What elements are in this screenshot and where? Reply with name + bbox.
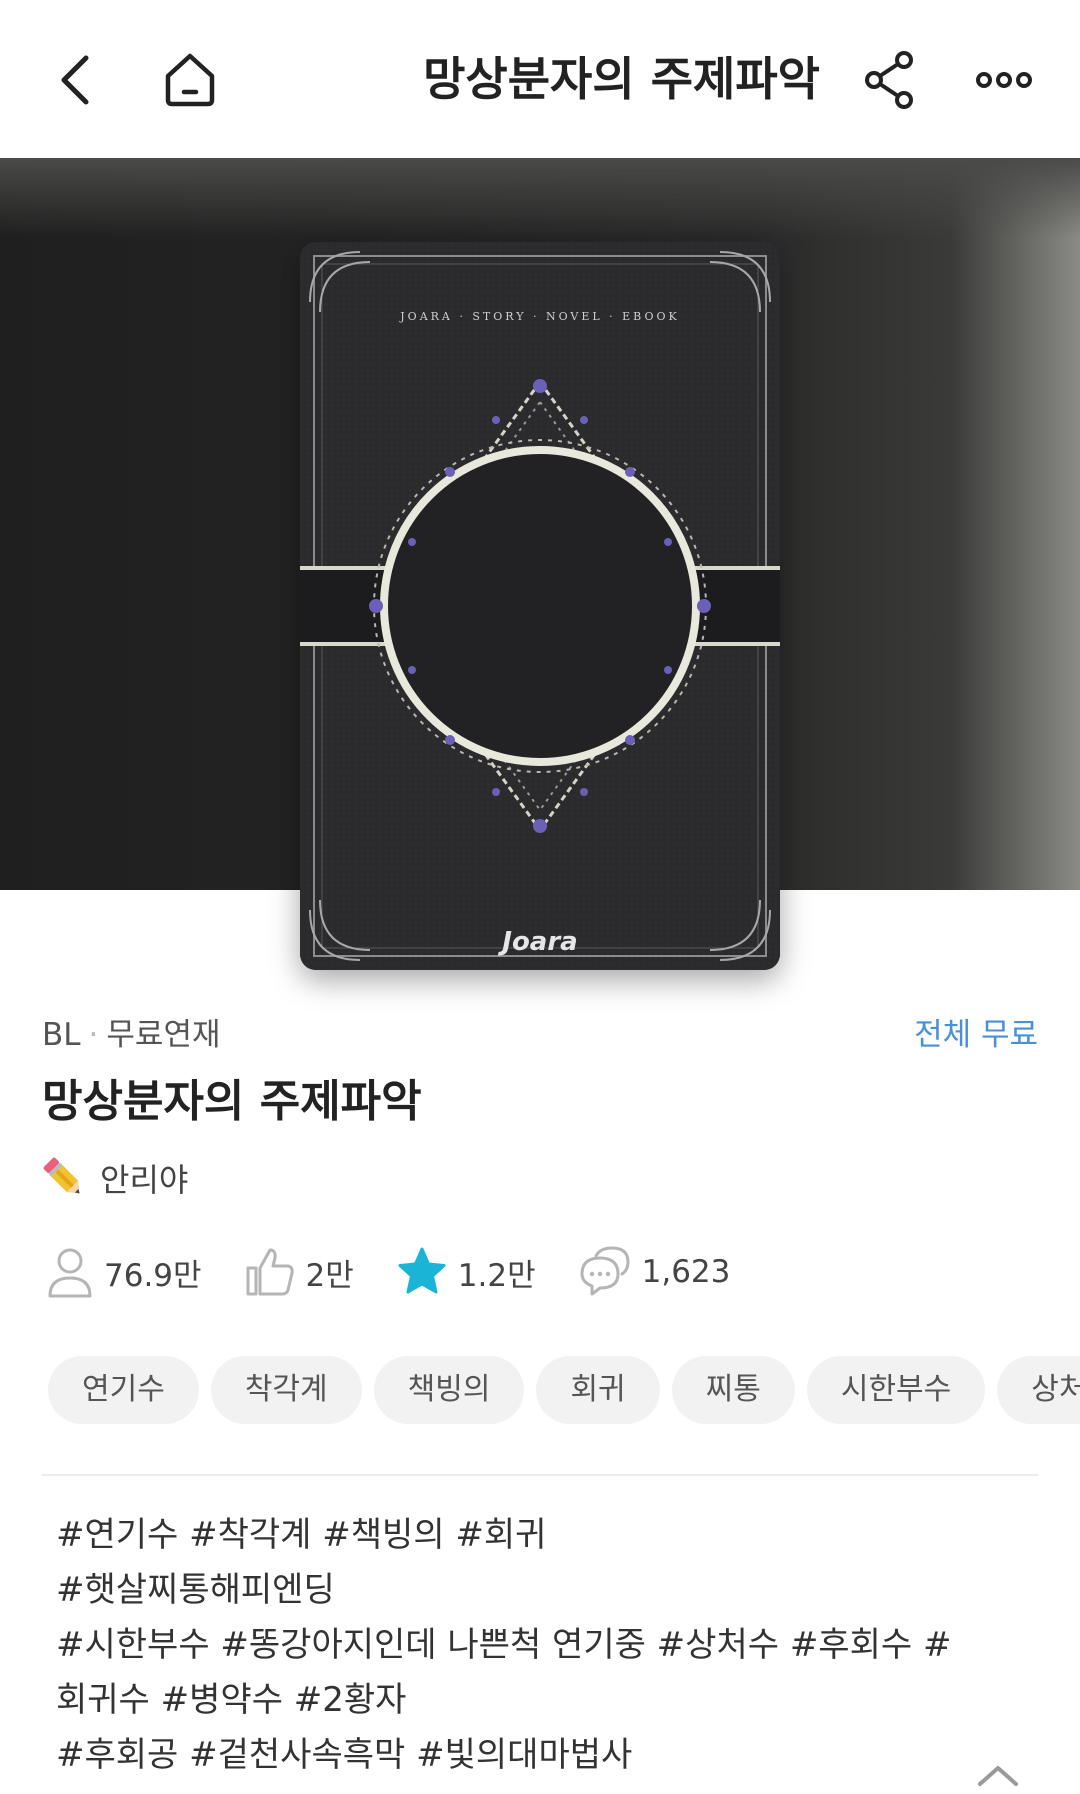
share-icon (865, 51, 913, 109)
user-icon (48, 1248, 92, 1298)
home-icon (165, 53, 215, 107)
comments-count: 1,623 (641, 1254, 731, 1290)
tag-chip-list: 연기수 착각계 책빙의 회귀 찌통 시한부수 상처수 (48, 1356, 1080, 1424)
favorite-stat[interactable]: 1.2만 (396, 1246, 536, 1298)
favorite-count: 1.2만 (457, 1257, 536, 1294)
recommend-count: 2만 (305, 1257, 354, 1294)
hashtag-line: 회귀수 #병약수 #2황자 (56, 1680, 407, 1720)
hero-fade (0, 158, 1080, 238)
tag-chip[interactable]: 시한부수 (806, 1356, 986, 1424)
meta-row: BL · 무료연재 전체 무료 (42, 1010, 1038, 1060)
views-stat: 76.9만 (46, 1246, 202, 1298)
book-cover[interactable]: JOARA · STORY · NOVEL · EBOOK Joara (300, 242, 780, 970)
pencil-icon (43, 1157, 80, 1194)
star-icon (398, 1247, 446, 1294)
hashtag-line: #햇살찌통해피엔딩 (56, 1570, 335, 1610)
tag-chip[interactable]: 회귀 (536, 1356, 660, 1424)
recommend-stat[interactable]: 2만 (244, 1246, 354, 1298)
views-count: 76.9만 (104, 1257, 202, 1294)
back-button[interactable] (40, 40, 112, 120)
cover-art: JOARA · STORY · NOVEL · EBOOK Joara (300, 242, 780, 970)
separator-dot: · (88, 1017, 99, 1053)
hashtag-description: #연기수 #착각계 #책빙의 #회귀 #햇살찌통해피엔딩 #시한부수 #똥강아지… (56, 1508, 1036, 1783)
more-button[interactable] (964, 40, 1044, 120)
collapse-button[interactable] (968, 1752, 1028, 1792)
home-button[interactable] (150, 40, 230, 120)
author-name: 안리야 (100, 1161, 189, 1199)
cover-publisher-logo: Joara (497, 927, 577, 957)
genre-info: BL · 무료연재 (42, 1010, 221, 1060)
stats-row: 76.9만 2만 1.2만 1,623 (46, 1240, 772, 1304)
chevron-left-icon (61, 55, 89, 105)
tag-chip[interactable]: 상처수 (997, 1356, 1080, 1424)
cover-top-text: JOARA · STORY · NOVEL · EBOOK (399, 310, 679, 323)
hashtag-line: #시한부수 #똥강아지인데 나쁜척 연기중 #상처수 #후회수 # (56, 1625, 952, 1665)
comments-icon (580, 1246, 630, 1296)
page-title: 망상분자의 주제파악 (423, 52, 820, 106)
more-icon (976, 72, 1032, 88)
author-row[interactable]: 안리야 (42, 1150, 188, 1206)
novel-title: 망상분자의 주제파악 (42, 1076, 422, 1127)
genre-label: BL (42, 1017, 81, 1053)
hashtag-line: #연기수 #착각계 #책빙의 #회귀 (56, 1515, 547, 1555)
tag-chip[interactable]: 책빙의 (373, 1356, 525, 1424)
tag-chip[interactable]: 찌통 (671, 1356, 795, 1424)
top-app-bar: 망상분자의 주제파악 (0, 0, 1080, 158)
divider (42, 1474, 1038, 1476)
tag-chip[interactable]: 착각계 (210, 1356, 362, 1424)
chevron-up-icon (978, 1766, 1018, 1786)
novel-detail-page: 망상분자의 주제파악 JOARA · STORY · NOVEL · EBOOK… (0, 0, 1080, 1794)
serial-type-label: 무료연재 (106, 1017, 221, 1053)
share-button[interactable] (854, 40, 926, 120)
tag-chip[interactable]: 연기수 (48, 1356, 199, 1424)
thumbs-up-icon (246, 1248, 294, 1296)
hashtag-line: #후회공 #겉천사속흑막 #빛의대마법사 (56, 1735, 633, 1775)
price-label[interactable]: 전체 무료 (914, 1010, 1038, 1060)
comments-stat[interactable]: 1,623 (578, 1246, 731, 1298)
